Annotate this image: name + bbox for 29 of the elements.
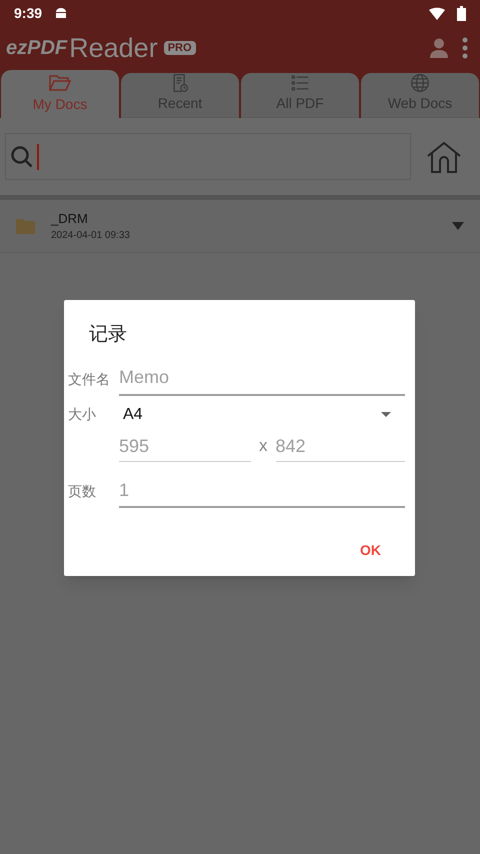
folder-icon [16, 218, 35, 234]
search-field[interactable] [5, 133, 411, 180]
more-menu-icon[interactable] [462, 37, 468, 59]
dimension-separator: x [259, 435, 268, 457]
app-title: Reader [69, 34, 158, 62]
dropdown-arrow-icon[interactable] [452, 222, 464, 230]
field-label: 大小 [68, 404, 97, 424]
ok-button[interactable]: OK [356, 536, 385, 564]
file-name: _DRM [51, 210, 89, 228]
height-field[interactable]: 842 [276, 432, 405, 462]
width-field[interactable]: 595 [119, 432, 251, 462]
filename-field[interactable]: Memo [119, 362, 405, 396]
pro-badge: PRO [164, 41, 196, 55]
dialog-title: 记录 [89, 323, 128, 347]
field-label: 文件名 [68, 370, 111, 388]
size-dropdown[interactable]: A4 [123, 402, 405, 428]
text-cursor [37, 144, 39, 170]
caret-icon [381, 412, 391, 417]
account-icon[interactable] [430, 38, 448, 58]
file-date: 2024-04-01 09:33 [51, 229, 131, 244]
tab[interactable]: My Docs [1, 70, 119, 118]
field-label: 页数 [68, 482, 97, 500]
search-icon [10, 144, 34, 168]
home-icon[interactable] [427, 140, 461, 172]
battery-icon [457, 6, 466, 20]
wifi-icon [429, 6, 445, 20]
pages-field[interactable]: 1 [119, 476, 405, 508]
status-time: 9:39 [14, 4, 42, 22]
app-logo: ezPDF [6, 36, 68, 61]
